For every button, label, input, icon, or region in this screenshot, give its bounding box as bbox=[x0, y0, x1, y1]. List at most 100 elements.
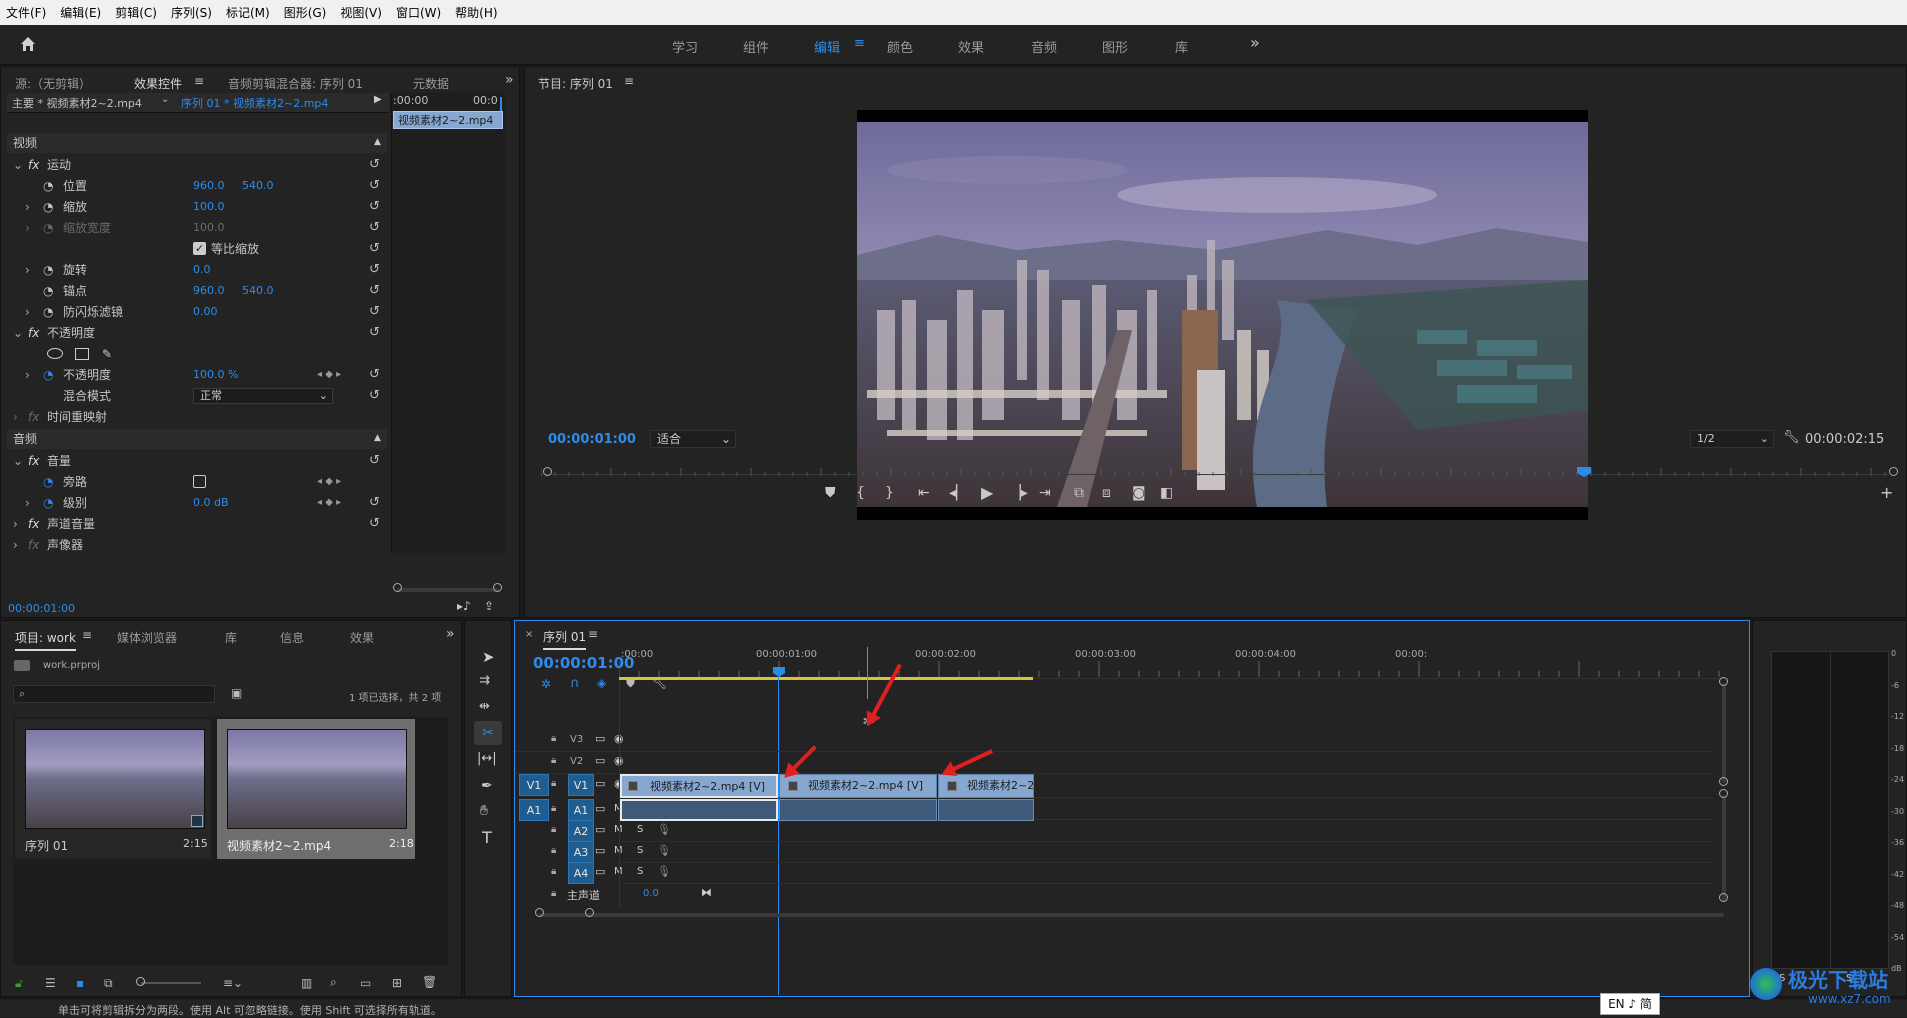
fx-icon[interactable]: fx bbox=[28, 454, 39, 468]
collapse-up-icon[interactable]: ▲ bbox=[374, 137, 381, 147]
menu-item[interactable]: 剪辑(C) bbox=[115, 4, 157, 21]
go-to-in-icon[interactable]: ⇤ bbox=[918, 485, 930, 501]
menu-item[interactable]: 帮助(H) bbox=[455, 4, 497, 21]
comparison-view-icon[interactable]: ◧ bbox=[1160, 485, 1173, 501]
sort-icon[interactable]: ≡⌄ bbox=[223, 976, 243, 990]
reset-icon[interactable]: ↺ bbox=[369, 516, 380, 531]
icon-view-icon[interactable]: ▪ bbox=[76, 976, 84, 990]
source-patch-a1[interactable]: A1 bbox=[519, 799, 549, 821]
vertical-scrollbar-video[interactable] bbox=[1722, 683, 1726, 783]
sequence-tab[interactable]: 序列 01 bbox=[543, 628, 587, 650]
expand-icon[interactable]: › bbox=[25, 305, 30, 319]
audio-clip-3[interactable] bbox=[938, 799, 1034, 821]
keyframe-nav-icon[interactable]: ◂ ◆ ▸ bbox=[317, 497, 341, 508]
master-clip-label[interactable]: 主要 * 视频素材2~2.mp4 bbox=[12, 95, 142, 111]
slip-tool-icon[interactable]: |↔| bbox=[477, 751, 497, 766]
automate-icon[interactable]: ▥ bbox=[301, 976, 312, 990]
audio-scrub-icon[interactable]: ▸♪ bbox=[457, 599, 471, 613]
mark-in-icon[interactable]: { bbox=[856, 485, 865, 501]
menu-item[interactable]: 编辑(E) bbox=[60, 4, 101, 21]
reset-icon[interactable]: ↺ bbox=[369, 325, 380, 340]
stopwatch-icon[interactable]: ◔ bbox=[43, 284, 53, 298]
tab-info[interactable]: 信息 bbox=[280, 629, 304, 646]
reset-icon[interactable]: ↺ bbox=[369, 453, 380, 468]
type-tool-icon[interactable]: T bbox=[482, 828, 492, 847]
sequence-clip-label[interactable]: 序列 01 * 视频素材2~2.mp4 bbox=[181, 95, 328, 111]
expand-right-icon[interactable]: ▶ bbox=[374, 94, 382, 105]
rectangle-mask-icon[interactable] bbox=[75, 347, 89, 360]
expand-icon[interactable]: › bbox=[25, 221, 30, 235]
tab-effects[interactable]: 效果 bbox=[350, 629, 374, 646]
program-scrubber[interactable] bbox=[540, 465, 1889, 476]
scrubber-start-handle[interactable] bbox=[543, 467, 552, 476]
expand-icon[interactable]: ⌄ bbox=[13, 454, 23, 468]
resolution-select[interactable]: 1/2 ⌄ bbox=[1690, 430, 1774, 448]
expand-icon[interactable]: › bbox=[25, 496, 30, 510]
fit-select[interactable]: 适合 ⌄ bbox=[650, 430, 736, 448]
reset-icon[interactable]: ↺ bbox=[369, 495, 380, 510]
expand-icon[interactable]: › bbox=[13, 410, 18, 424]
blend-mode-select[interactable]: 正常 ⌄ bbox=[193, 387, 333, 404]
extract-icon[interactable]: ⧈ bbox=[1102, 485, 1111, 501]
panel-menu-icon[interactable]: ≡ bbox=[194, 74, 204, 88]
audio-clip-1[interactable] bbox=[620, 799, 778, 821]
project-item-sequence[interactable]: 序列 01 2:15 bbox=[15, 719, 211, 859]
menu-item[interactable]: 视图(V) bbox=[340, 4, 382, 21]
selection-tool-icon[interactable]: ➤ bbox=[482, 648, 495, 666]
scroll-handle-right[interactable] bbox=[493, 583, 502, 592]
menu-item[interactable]: 序列(S) bbox=[171, 4, 212, 21]
add-button-icon[interactable]: + bbox=[1880, 483, 1893, 502]
reset-icon[interactable]: ↺ bbox=[369, 157, 380, 172]
lock-icon[interactable]: 🔒︎ bbox=[551, 733, 556, 744]
stopwatch-icon[interactable]: ◔ bbox=[43, 200, 53, 214]
expand-icon[interactable]: ⌄ bbox=[13, 326, 23, 340]
track-target-a3[interactable]: A3 bbox=[568, 841, 594, 863]
stopwatch-icon[interactable]: ◔ bbox=[43, 305, 53, 319]
add-marker-icon[interactable]: ⛊ bbox=[825, 485, 836, 501]
sync-lock-icon[interactable]: ▭ bbox=[595, 777, 605, 790]
panel-overflow-icon[interactable]: » bbox=[446, 626, 455, 642]
clip-dropdown-icon[interactable]: ⌄ bbox=[161, 94, 169, 105]
position-x-value[interactable]: 960.0 bbox=[193, 179, 225, 192]
new-search-bin-icon[interactable]: ▣ bbox=[231, 686, 242, 700]
zoom-handle-left[interactable] bbox=[535, 908, 544, 917]
lock-icon[interactable]: 🔒︎ bbox=[551, 803, 556, 814]
lock-icon[interactable]: 🔓︎ bbox=[15, 976, 23, 991]
sync-lock-icon[interactable]: ▭ bbox=[595, 754, 605, 767]
workspace-tab-audio[interactable]: 音频 bbox=[1031, 37, 1057, 56]
new-bin-icon[interactable]: ▭ bbox=[360, 976, 371, 990]
export-icon[interactable]: ⇪ bbox=[484, 599, 494, 613]
scroll-handle-bottom[interactable] bbox=[1719, 893, 1728, 902]
panel-menu-icon[interactable]: ≡ bbox=[588, 627, 598, 641]
track-select-tool-icon[interactable]: ⇉ bbox=[479, 673, 490, 688]
reset-icon[interactable]: ↺ bbox=[369, 178, 380, 193]
tab-libraries[interactable]: 库 bbox=[225, 629, 237, 646]
expand-icon[interactable]: › bbox=[13, 517, 18, 531]
lock-icon[interactable]: 🔒︎ bbox=[551, 824, 556, 835]
workspace-tab-learn[interactable]: 学习 bbox=[672, 37, 698, 56]
stopwatch-icon[interactable]: ◔ bbox=[43, 475, 53, 489]
ellipse-mask-icon[interactable] bbox=[47, 348, 63, 359]
panel-menu-icon[interactable]: ≡ bbox=[624, 74, 634, 88]
fx-icon[interactable]: fx bbox=[28, 326, 39, 340]
ime-indicator[interactable]: EN ♪ 简 bbox=[1600, 993, 1660, 1015]
menu-item[interactable]: 窗口(W) bbox=[396, 4, 441, 21]
panel-overflow-icon[interactable]: » bbox=[505, 72, 514, 88]
zoom-slider[interactable] bbox=[141, 982, 201, 984]
sync-lock-icon[interactable]: ▭ bbox=[595, 865, 605, 878]
project-search-input[interactable]: ⌕ bbox=[13, 685, 215, 703]
home-icon[interactable] bbox=[18, 34, 38, 54]
lock-icon[interactable]: 🔒︎ bbox=[551, 866, 556, 877]
mini-playhead[interactable] bbox=[500, 97, 502, 111]
anchor-y-value[interactable]: 540.0 bbox=[242, 284, 274, 297]
scale-value[interactable]: 100.0 bbox=[193, 200, 225, 213]
tab-source[interactable]: 源:（无剪辑） bbox=[15, 75, 91, 92]
mini-clip[interactable]: 视频素材2~2.mp4 bbox=[393, 111, 503, 129]
track-target-a4[interactable]: A4 bbox=[568, 862, 594, 884]
source-patch-v1[interactable]: V1 bbox=[519, 774, 549, 796]
snap-icon[interactable]: ∩ bbox=[570, 676, 580, 691]
reset-icon[interactable]: ↺ bbox=[369, 220, 380, 235]
rotation-value[interactable]: 0.0 bbox=[193, 263, 211, 276]
menu-item[interactable]: 文件(F) bbox=[6, 4, 46, 21]
reset-icon[interactable]: ↺ bbox=[369, 367, 380, 382]
